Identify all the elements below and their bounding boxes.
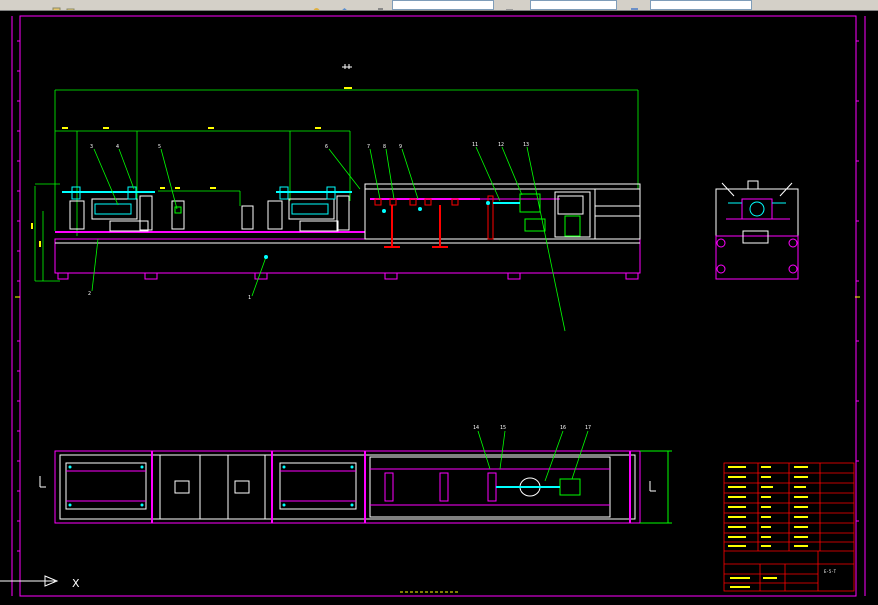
cad-model-space[interactable]: 3 4 5 6 7 8 9 11 12 13 2 1 14 15 16 17 E…: [0, 11, 878, 601]
side-view: [715, 180, 799, 280]
front-rollers: [374, 198, 490, 248]
plan-view: [39, 450, 672, 524]
front-clamp-unit-right: [267, 186, 352, 232]
title-field[interactable]: [80, 0, 302, 8]
balloon-1: 1: [248, 295, 251, 301]
balloon-12: 12: [498, 142, 504, 148]
linetype-dropdown[interactable]: [530, 0, 617, 10]
balloon-8: 8: [383, 144, 386, 150]
balloon-6: 6: [325, 144, 328, 150]
balloon-14: 14: [473, 425, 479, 431]
toolbar: [0, 0, 878, 11]
balloon-2: 2: [88, 291, 91, 297]
front-conveyor-section: [364, 183, 641, 240]
balloon-15: 15: [500, 425, 506, 431]
front-view-dimensions: [34, 89, 639, 282]
folder-icon[interactable]: [66, 0, 75, 10]
pan-icon[interactable]: [376, 0, 385, 10]
balloon-4: 4: [116, 144, 119, 150]
balloon-9: 9: [399, 144, 402, 150]
balloon-7: 7: [367, 144, 370, 150]
layer-dropdown[interactable]: [392, 0, 494, 10]
plot-icon[interactable]: [505, 0, 514, 10]
front-clamp-unit-left: [62, 186, 254, 232]
balloon-17: 17: [585, 425, 591, 431]
plan-cyan-accents: [68, 465, 354, 507]
border-ticks: [17, 40, 859, 552]
center-mark: [342, 64, 352, 69]
front-marker: [264, 255, 268, 259]
balloon-16: 16: [560, 425, 566, 431]
color-dropdown[interactable]: [650, 0, 752, 10]
plan-balloon-labels: 14 15 16 17: [473, 425, 591, 431]
title-block-text-marks: [728, 466, 808, 588]
front-view-dim-text: [31, 87, 352, 247]
drawing-svg: 3 4 5 6 7 8 9 11 12 13 2 1 14 15 16 17 E…: [0, 15, 866, 597]
open-icon[interactable]: [52, 0, 61, 10]
balloon-11: 11: [472, 142, 478, 148]
balloon-13: 13: [523, 142, 529, 148]
balloon-5: 5: [158, 144, 161, 150]
match-properties-icon[interactable]: [312, 0, 321, 10]
properties-icon[interactable]: [630, 0, 639, 10]
layer-icon[interactable]: [340, 0, 349, 10]
ucs-icon: [0, 575, 59, 587]
balloon-3: 3: [90, 144, 93, 150]
title-block-drawing-name: E-5-T: [824, 569, 837, 574]
ucs-x-label: X: [72, 577, 80, 590]
